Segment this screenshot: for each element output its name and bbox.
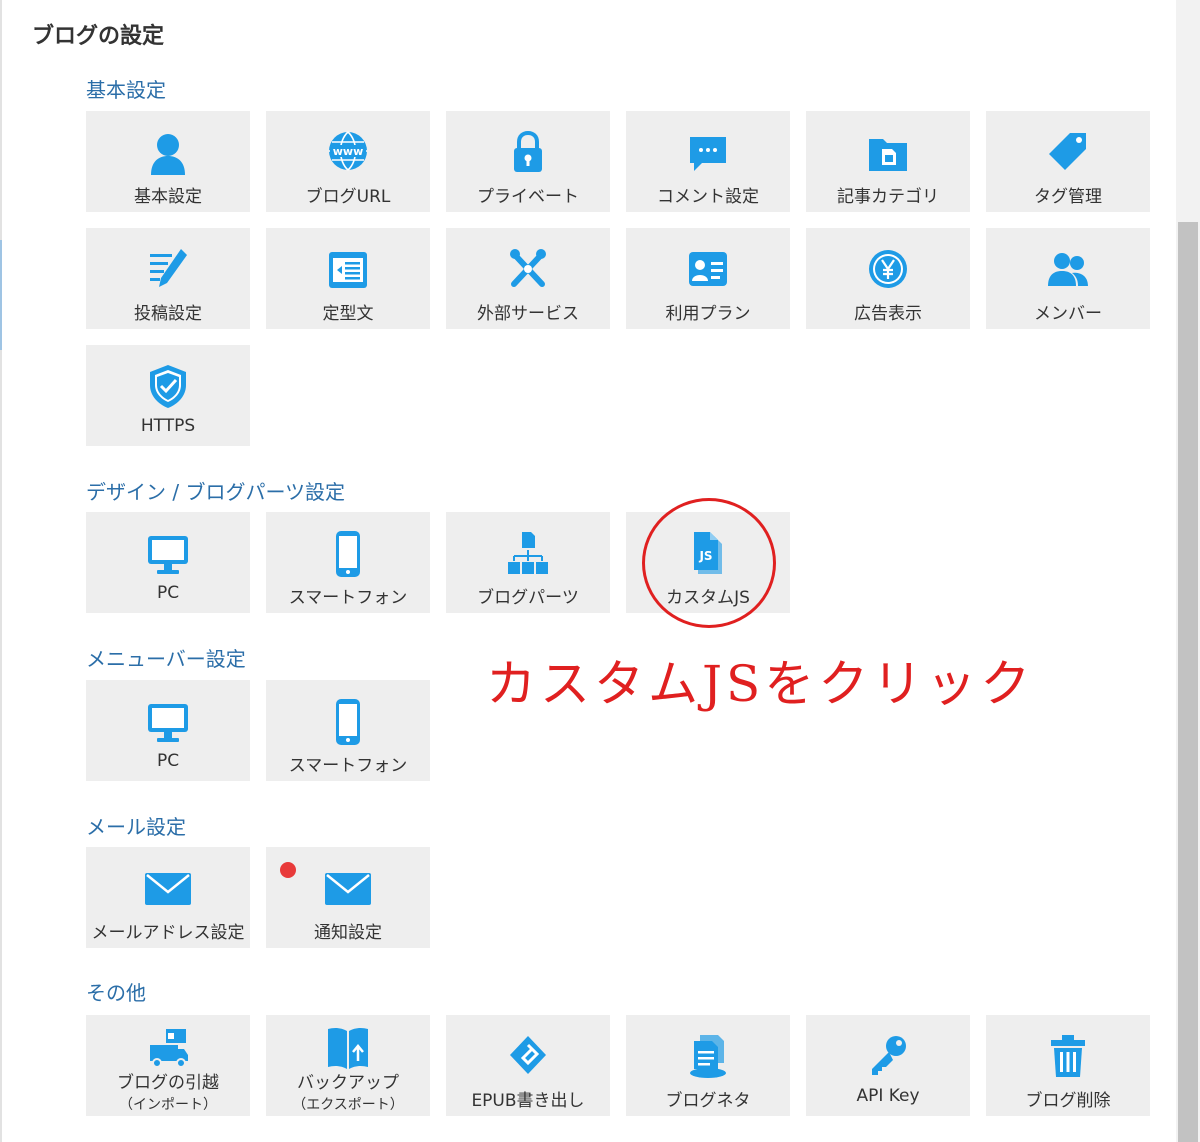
tile-blog-delete[interactable]: ブログ削除 [986,1015,1150,1116]
tile-ad-display[interactable]: 広告表示 [806,228,970,329]
folder-icon [868,129,908,177]
smartphone-icon [328,698,368,746]
id-card-icon [688,246,728,294]
tile-external-services[interactable]: 外部サービス [446,228,610,329]
left-accent-bar [0,240,2,350]
tile-blog-backup[interactable]: バックアップ （エクスポート） [266,1015,430,1116]
left-border [0,0,2,1142]
tile-blog-import[interactable]: ブログの引越 （インポート） [86,1015,250,1116]
blog-parts-icon [508,530,548,578]
tile-api-key[interactable]: API Key [806,1015,970,1116]
section-title-other: その他 [86,981,146,1005]
tile-label: 外部サービス [477,304,579,324]
tile-label: API Key [856,1086,920,1106]
users-icon [1048,246,1088,294]
comment-icon [688,129,728,177]
tile-label: 記事カテゴリ [837,187,939,207]
tile-epub-export[interactable]: EPUB書き出し [446,1015,610,1116]
svg-text:www: www [333,145,364,158]
tile-label: 広告表示 [854,304,922,324]
grid-basic: 基本設定 www ブログURL プライベート コメント設定 記事カテゴリ タグ管… [86,111,1150,446]
tile-post-settings[interactable]: 投稿設定 [86,228,250,329]
documents-icon [688,1033,728,1081]
tile-blog-topics[interactable]: ブログネタ [626,1015,790,1116]
tile-label: EPUB書き出し [471,1091,585,1111]
tile-custom-js[interactable]: JS カスタムJS [626,512,790,613]
tile-label: 定型文 [322,304,374,324]
user-icon [148,129,188,177]
tile-label: スマートフォン [288,588,408,608]
monitor-icon [148,698,188,746]
tile-label: ブログネタ [665,1091,751,1111]
key-icon [868,1033,908,1081]
tile-label: HTTPS [140,416,196,436]
tile-basic-settings[interactable]: 基本設定 [86,111,250,212]
notification-badge [280,862,296,878]
yen-icon [868,246,908,294]
smartphone-icon [328,530,368,578]
tile-blog-parts[interactable]: ブログパーツ [446,512,610,613]
tile-label: ブログURL [305,187,391,207]
tools-icon [508,246,548,294]
book-upload-icon [328,1025,368,1073]
tile-template-text[interactable]: 定型文 [266,228,430,329]
pencil-icon [148,246,188,294]
annotation-text: カスタムJSをクリック [486,655,1035,713]
page-title: ブログの設定 [32,24,165,49]
truck-icon [148,1025,188,1073]
tile-label: メールアドレス設定 [91,923,245,943]
scrollbar-thumb[interactable] [1178,222,1198,1142]
tile-label: PC [156,751,180,771]
shield-check-icon [148,363,188,411]
grid-design: PC スマートフォン ブログパーツ JS カスタムJS [86,512,1150,613]
tile-https[interactable]: HTTPS [86,345,250,446]
monitor-icon [148,530,188,578]
svg-text:JS: JS [698,549,712,563]
tile-label: スマートフォン [288,756,408,776]
mail-icon [145,865,191,913]
tile-label: ブログパーツ [477,588,579,608]
section-title-mail: メール設定 [86,815,186,839]
tile-usage-plan[interactable]: 利用プラン [626,228,790,329]
tile-design-smartphone[interactable]: スマートフォン [266,512,430,613]
tile-label: 利用プラン [665,304,751,324]
template-icon [328,246,368,294]
tile-label: メンバー [1034,304,1102,324]
tile-tag-management[interactable]: タグ管理 [986,111,1150,212]
tile-design-pc[interactable]: PC [86,512,250,613]
tile-blog-url[interactable]: www ブログURL [266,111,430,212]
section-title-basic: 基本設定 [86,78,166,102]
www-globe-icon: www [328,129,368,177]
tile-sub-label: （エクスポート） [292,1097,404,1113]
tile-comment-settings[interactable]: コメント設定 [626,111,790,212]
trash-icon [1048,1033,1088,1081]
tile-label: コメント設定 [657,187,759,207]
mail-notification-icon [325,865,371,913]
epub-icon [508,1033,548,1081]
tile-label: ブログ削除 [1025,1091,1111,1111]
tile-sub-label: （インポート） [119,1097,217,1113]
tile-label: ブログの引越 [117,1073,219,1093]
tile-menubar-pc[interactable]: PC [86,680,250,781]
tile-private[interactable]: プライベート [446,111,610,212]
tag-icon [1048,129,1088,177]
tile-label: バックアップ [297,1073,399,1093]
section-title-menubar: メニューバー設定 [86,647,246,671]
tile-members[interactable]: メンバー [986,228,1150,329]
tile-label: PC [156,583,180,603]
tile-label: 投稿設定 [134,304,202,324]
grid-other: ブログの引越 （インポート） バックアップ （エクスポート） EPUB書き出し … [86,1015,1150,1116]
grid-mail: メールアドレス設定 通知設定 [86,847,1150,948]
section-title-design: デザイン / ブログパーツ設定 [86,480,346,504]
lock-icon [508,129,548,177]
tile-label: タグ管理 [1034,187,1102,207]
tile-mail-address[interactable]: メールアドレス設定 [86,847,250,948]
tile-label: 基本設定 [134,187,202,207]
tile-label: プライベート [477,187,579,207]
tile-label: カスタムJS [666,588,750,608]
tile-menubar-smartphone[interactable]: スマートフォン [266,680,430,781]
js-file-icon: JS [688,530,728,578]
tile-label: 通知設定 [314,923,382,943]
tile-article-category[interactable]: 記事カテゴリ [806,111,970,212]
